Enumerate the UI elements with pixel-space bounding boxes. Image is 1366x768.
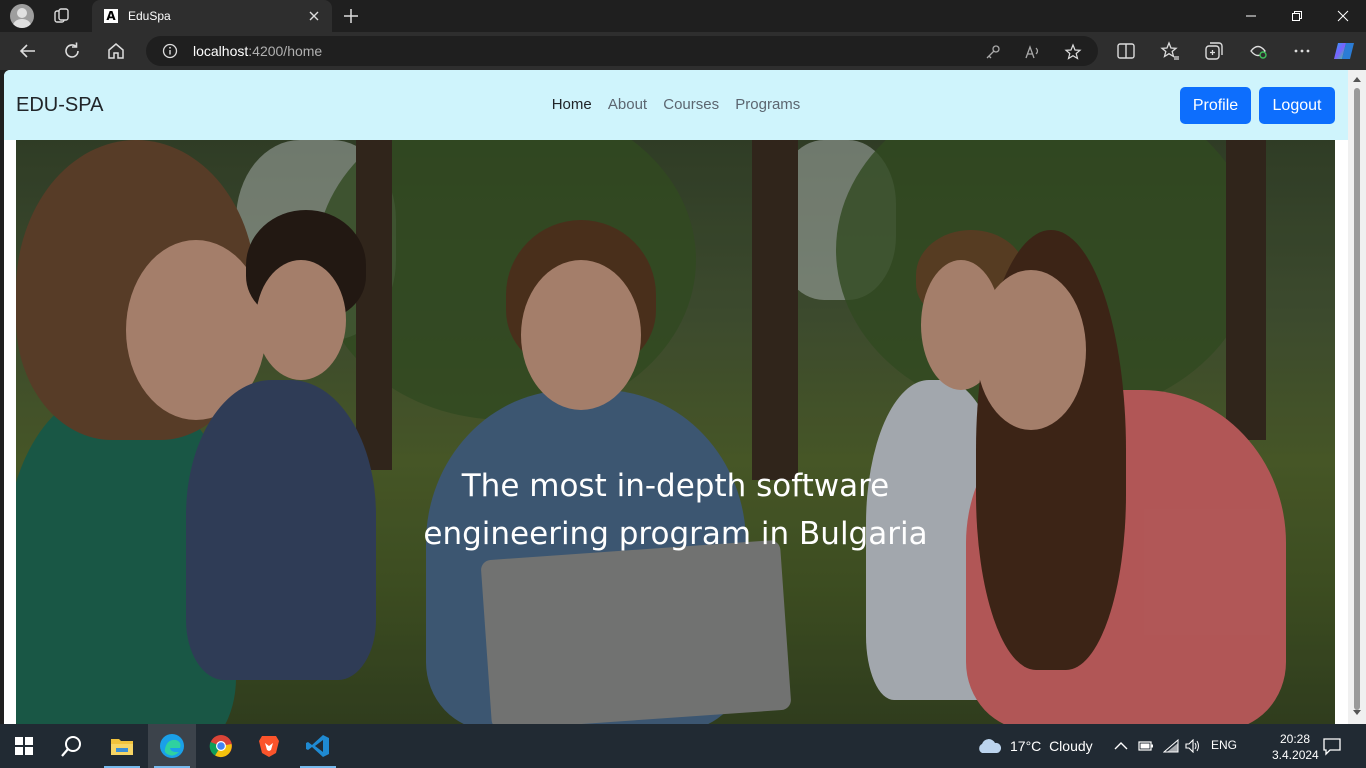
scroll-down-icon[interactable] — [1353, 710, 1361, 716]
address-bar[interactable]: localhost:4200/home — [146, 36, 1098, 66]
key-icon[interactable] — [984, 43, 1002, 61]
home-icon[interactable] — [104, 39, 128, 63]
nav-programs[interactable]: Programs — [735, 96, 800, 113]
nav-links: Home About Courses Programs — [4, 96, 1348, 113]
weather-temp: 17°C — [1010, 738, 1042, 754]
volume-icon[interactable] — [1185, 739, 1201, 753]
angular-icon: A — [104, 9, 118, 23]
scroll-up-icon[interactable] — [1353, 76, 1361, 82]
nav-home[interactable]: Home — [552, 96, 592, 113]
windows-logo-icon — [15, 737, 33, 755]
favorites-icon[interactable] — [1158, 39, 1182, 63]
address-url: localhost:4200/home — [193, 43, 322, 59]
nav-about[interactable]: About — [608, 96, 647, 113]
browser-toolbar: localhost:4200/home — [0, 32, 1366, 70]
restore-button[interactable] — [1274, 0, 1320, 32]
hero-heading: The most in-depth software engineering p… — [16, 462, 1335, 558]
windows-taskbar: 17°C Cloudy ENG 20:28 3.4.2024 г. — [0, 724, 1366, 768]
refresh-icon[interactable] — [60, 39, 84, 63]
show-hidden-icons-icon[interactable] — [1114, 741, 1128, 751]
notifications-icon[interactable] — [1322, 736, 1342, 756]
collections-icon[interactable] — [1202, 39, 1226, 63]
address-host: localhost — [193, 43, 249, 59]
close-icon — [1337, 10, 1349, 22]
browser-tab-strip: A EduSpa — [0, 0, 1366, 32]
address-path: :4200/home — [248, 43, 323, 59]
weather-desc: Cloudy — [1049, 738, 1093, 754]
cloud-icon — [979, 739, 1002, 753]
brave-button[interactable] — [245, 724, 293, 768]
split-screen-icon[interactable] — [1114, 39, 1138, 63]
browser-essentials-icon[interactable] — [1246, 39, 1270, 63]
hero-image: The most in-depth software engineering p… — [16, 140, 1335, 724]
clock-time: 20:28 — [1279, 732, 1311, 746]
clock-date: 3.4.2024 г. — [1272, 748, 1319, 768]
minimize-button[interactable] — [1228, 0, 1274, 32]
wifi-icon[interactable] — [1163, 739, 1179, 753]
copilot-icon[interactable] — [1332, 39, 1356, 63]
workspaces-icon[interactable] — [53, 7, 71, 25]
scroll-thumb[interactable] — [1354, 88, 1360, 710]
search-icon — [61, 736, 81, 757]
weather-widget[interactable]: 17°C Cloudy — [1010, 738, 1093, 754]
logout-button[interactable]: Logout — [1259, 87, 1335, 124]
edge-icon — [160, 734, 184, 758]
site-navbar: EDU-SPA Home About Courses Programs Prof… — [4, 70, 1348, 140]
brave-icon — [259, 736, 279, 757]
close-tab-icon[interactable] — [306, 8, 322, 24]
page-scrollbar[interactable] — [1348, 70, 1366, 724]
back-icon[interactable] — [16, 39, 40, 63]
favorite-star-icon[interactable] — [1064, 43, 1082, 61]
hero-heading-text: The most in-depth software engineering p… — [423, 468, 928, 552]
minimize-icon — [1246, 15, 1256, 17]
folder-icon — [111, 739, 133, 755]
vscode-button[interactable] — [294, 724, 342, 768]
new-tab-icon[interactable] — [342, 7, 360, 25]
profile-button[interactable]: Profile — [1180, 87, 1251, 124]
page-viewport: EDU-SPA Home About Courses Programs Prof… — [4, 70, 1348, 724]
nav-courses[interactable]: Courses — [663, 96, 719, 113]
vscode-icon — [306, 735, 329, 757]
chrome-icon — [209, 735, 232, 758]
edge-button[interactable] — [148, 724, 196, 768]
profile-avatar[interactable] — [10, 4, 34, 28]
chrome-button[interactable] — [197, 724, 245, 768]
tab-title: EduSpa — [128, 9, 171, 23]
hero-dim-overlay — [16, 140, 1335, 724]
start-button[interactable] — [0, 724, 48, 768]
restore-icon — [1292, 11, 1302, 21]
read-aloud-icon[interactable] — [1024, 43, 1042, 61]
clock[interactable]: 20:28 3.4.2024 г. — [1272, 731, 1319, 768]
close-window-button[interactable] — [1320, 0, 1366, 32]
file-explorer-button[interactable] — [98, 724, 146, 768]
more-options-icon[interactable] — [1290, 39, 1314, 63]
search-button[interactable] — [48, 724, 96, 768]
language-indicator[interactable]: ENG — [1211, 738, 1237, 752]
site-info-icon[interactable] — [162, 43, 178, 59]
tab-eduspa[interactable]: A EduSpa — [92, 0, 332, 32]
battery-icon[interactable] — [1138, 740, 1154, 752]
